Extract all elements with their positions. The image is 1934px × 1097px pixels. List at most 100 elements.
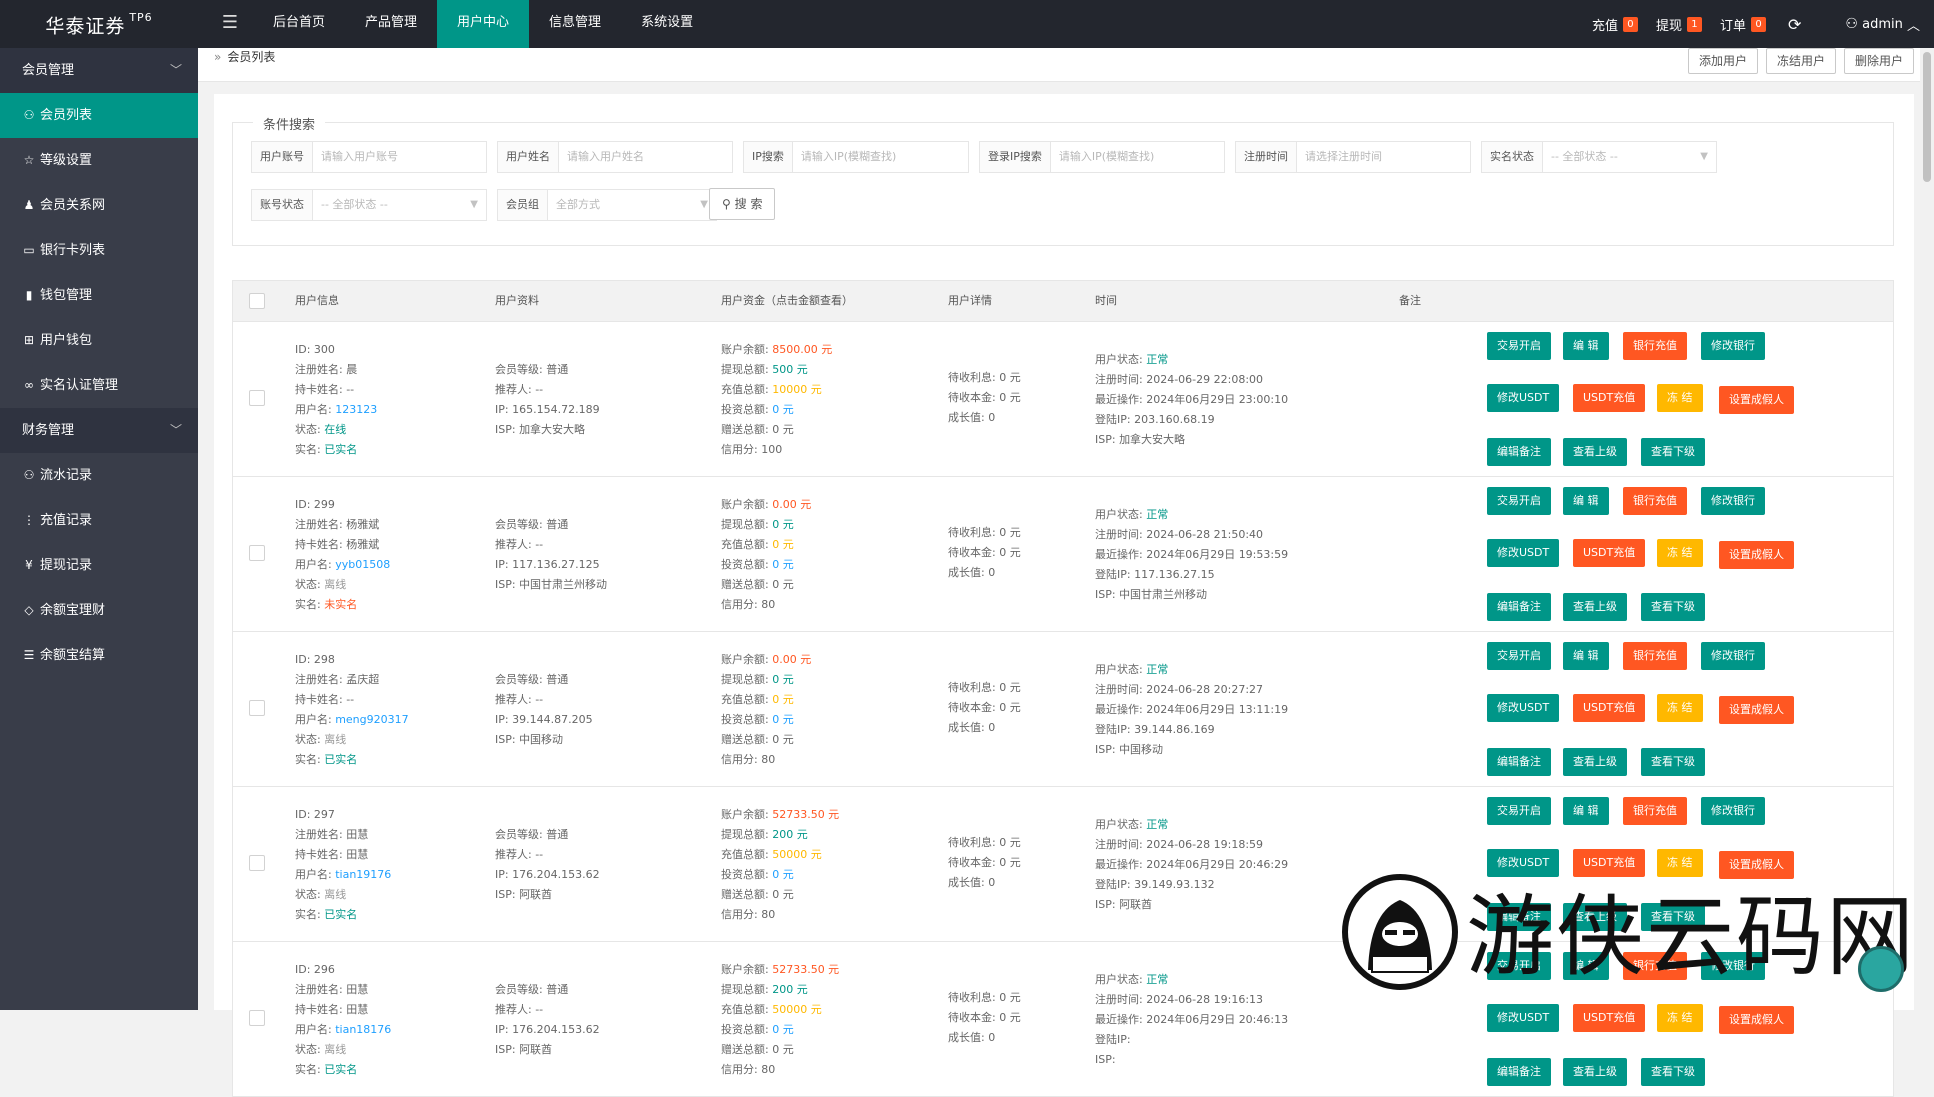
freeze-user-button[interactable]: 冻结用户	[1765, 48, 1836, 74]
usdt-recharge-button[interactable]: USDT充值	[1573, 1004, 1646, 1032]
edit-remark-button[interactable]: 编辑备注	[1487, 593, 1551, 621]
edit-remark-button[interactable]: 编辑备注	[1487, 438, 1551, 466]
set-fake-button[interactable]: 设置成假人	[1719, 696, 1794, 724]
bank-recharge-button[interactable]: 银行充值	[1623, 332, 1687, 360]
view-children-button[interactable]: 查看下级	[1641, 903, 1705, 931]
delete-user-button[interactable]: 删除用户	[1843, 48, 1914, 74]
edit-bank-button[interactable]: 修改银行	[1701, 487, 1765, 515]
sidebar-item-flow[interactable]: ⚇ 流水记录	[0, 453, 198, 498]
edit-bank-button[interactable]: 修改银行	[1701, 797, 1765, 825]
name-field[interactable]: 用户姓名 请输入用户姓名	[497, 141, 733, 173]
username-link[interactable]: tian19176	[335, 868, 391, 881]
edit-button[interactable]: 编 辑	[1563, 797, 1609, 825]
edit-button[interactable]: 编 辑	[1563, 642, 1609, 670]
view-parent-button[interactable]: 查看上级	[1563, 593, 1627, 621]
reg-time-field[interactable]: 注册时间 请选择注册时间	[1235, 141, 1471, 173]
row-checkbox[interactable]	[249, 390, 265, 406]
set-fake-button[interactable]: 设置成假人	[1719, 386, 1794, 414]
username-link[interactable]: meng920317	[335, 713, 408, 726]
freeze-button[interactable]: 冻 结	[1657, 1004, 1703, 1032]
view-children-button[interactable]: 查看下级	[1641, 1058, 1705, 1086]
sidebar-item-bank-cards[interactable]: ▭ 银行卡列表	[0, 228, 198, 273]
trade-open-button[interactable]: 交易开启	[1487, 952, 1551, 980]
bank-recharge-button[interactable]: 银行充值	[1623, 487, 1687, 515]
edit-remark-button[interactable]: 编辑备注	[1487, 748, 1551, 776]
set-fake-button[interactable]: 设置成假人	[1719, 1006, 1794, 1034]
app-logo[interactable]: 华泰证券 TP6	[0, 0, 198, 48]
trade-open-button[interactable]: 交易开启	[1487, 487, 1551, 515]
select-all-checkbox[interactable]	[249, 293, 265, 309]
member-group-select[interactable]: 会员组 全部方式 ▼	[497, 189, 717, 221]
edit-remark-button[interactable]: 编辑备注	[1487, 903, 1551, 931]
refresh-icon[interactable]: ⟳	[1788, 15, 1801, 34]
trade-open-button[interactable]: 交易开启	[1487, 797, 1551, 825]
account-field[interactable]: 用户账号 请输入用户账号	[251, 141, 487, 173]
sidebar-group-finance[interactable]: 财务管理 ﹀	[0, 408, 198, 453]
withdraw-link[interactable]: 提现 1	[1656, 15, 1702, 34]
view-parent-button[interactable]: 查看上级	[1563, 903, 1627, 931]
account-status-select[interactable]: 账号状态 -- 全部状态 -- ▼	[251, 189, 487, 221]
sidebar-item-realname[interactable]: ∞ 实名认证管理	[0, 363, 198, 408]
view-children-button[interactable]: 查看下级	[1641, 438, 1705, 466]
login-ip-field[interactable]: 登录IP搜索 请输入IP(模糊查找)	[979, 141, 1225, 173]
edit-usdt-button[interactable]: 修改USDT	[1487, 384, 1560, 412]
sidebar-item-member-list[interactable]: ⚇ 会员列表	[0, 93, 198, 138]
set-fake-button[interactable]: 设置成假人	[1719, 541, 1794, 569]
sidebar-item-user-wallet[interactable]: ⊞ 用户钱包	[0, 318, 198, 363]
sidebar-item-level-settings[interactable]: ☆ 等级设置	[0, 138, 198, 183]
sidebar-item-yuebao[interactable]: ◇ 余额宝理财	[0, 588, 198, 633]
sidebar-group-members[interactable]: 会员管理 ﹀	[0, 48, 198, 93]
row-checkbox[interactable]	[249, 545, 265, 561]
view-children-button[interactable]: 查看下级	[1641, 593, 1705, 621]
view-children-button[interactable]: 查看下级	[1641, 748, 1705, 776]
view-parent-button[interactable]: 查看上级	[1563, 748, 1627, 776]
freeze-button[interactable]: 冻 结	[1657, 384, 1703, 412]
username-link[interactable]: 123123	[335, 403, 377, 416]
sidebar-item-yuebao-settle[interactable]: ☰ 余额宝结算	[0, 633, 198, 678]
sidebar-item-recharge[interactable]: ⋮ 充值记录	[0, 498, 198, 543]
float-help-button[interactable]	[1858, 946, 1904, 992]
edit-bank-button[interactable]: 修改银行	[1701, 952, 1765, 980]
user-menu[interactable]: ⚇ admin ︿	[1819, 15, 1920, 34]
add-user-button[interactable]: 添加用户	[1687, 48, 1758, 74]
set-fake-button[interactable]: 设置成假人	[1719, 851, 1794, 879]
edit-bank-button[interactable]: 修改银行	[1701, 332, 1765, 360]
row-checkbox[interactable]	[249, 855, 265, 871]
usdt-recharge-button[interactable]: USDT充值	[1573, 849, 1646, 877]
row-checkbox[interactable]	[249, 700, 265, 716]
bank-recharge-button[interactable]: 银行充值	[1623, 797, 1687, 825]
username-link[interactable]: tian18176	[335, 1023, 391, 1036]
view-parent-button[interactable]: 查看上级	[1563, 1058, 1627, 1086]
nav-products[interactable]: 产品管理	[345, 0, 437, 48]
edit-button[interactable]: 编 辑	[1563, 332, 1609, 360]
edit-button[interactable]: 编 辑	[1563, 952, 1609, 980]
nav-info[interactable]: 信息管理	[529, 0, 621, 48]
sidebar-item-wallet-manage[interactable]: ▮ 钱包管理	[0, 273, 198, 318]
nav-user-center[interactable]: 用户中心	[437, 0, 530, 48]
freeze-button[interactable]: 冻 结	[1657, 694, 1703, 722]
order-link[interactable]: 订单 0	[1720, 15, 1766, 34]
trade-open-button[interactable]: 交易开启	[1487, 332, 1551, 360]
edit-usdt-button[interactable]: 修改USDT	[1487, 1004, 1560, 1032]
edit-remark-button[interactable]: 编辑备注	[1487, 1058, 1551, 1086]
freeze-button[interactable]: 冻 结	[1657, 849, 1703, 877]
usdt-recharge-button[interactable]: USDT充值	[1573, 384, 1646, 412]
sidebar-item-withdraw[interactable]: ¥ 提现记录	[0, 543, 198, 588]
edit-bank-button[interactable]: 修改银行	[1701, 642, 1765, 670]
username-link[interactable]: yyb01508	[335, 558, 390, 571]
sidebar-item-relations[interactable]: ♟ 会员关系网	[0, 183, 198, 228]
hamburger-icon[interactable]: ☰	[212, 0, 248, 48]
edit-button[interactable]: 编 辑	[1563, 487, 1609, 515]
edit-usdt-button[interactable]: 修改USDT	[1487, 849, 1560, 877]
usdt-recharge-button[interactable]: USDT充值	[1573, 694, 1646, 722]
search-button[interactable]: ⚲ 搜 索	[709, 188, 776, 220]
edit-usdt-button[interactable]: 修改USDT	[1487, 694, 1560, 722]
usdt-recharge-button[interactable]: USDT充值	[1573, 539, 1646, 567]
nav-system[interactable]: 系统设置	[621, 0, 713, 48]
realname-select[interactable]: 实名状态 -- 全部状态 -- ▼	[1481, 141, 1717, 173]
ip-field[interactable]: IP搜索 请输入IP(模糊查找)	[743, 141, 969, 173]
nav-home[interactable]: 后台首页	[253, 0, 345, 48]
view-parent-button[interactable]: 查看上级	[1563, 438, 1627, 466]
edit-usdt-button[interactable]: 修改USDT	[1487, 539, 1560, 567]
bank-recharge-button[interactable]: 银行充值	[1623, 952, 1687, 980]
